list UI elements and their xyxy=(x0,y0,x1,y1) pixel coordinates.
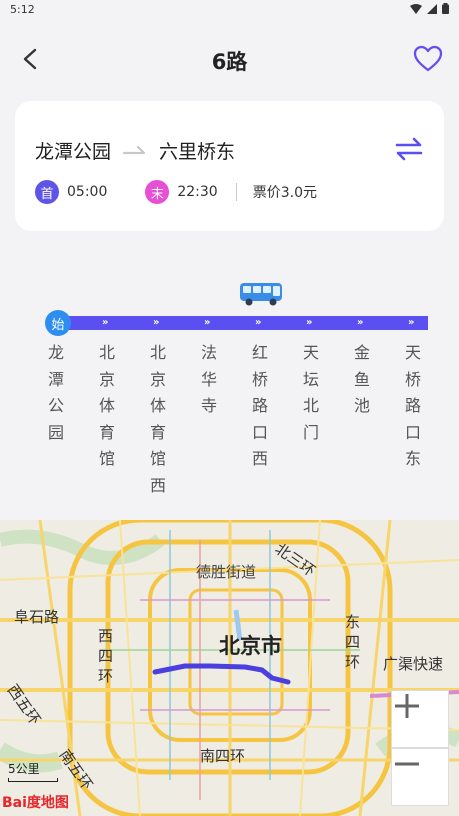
station-name[interactable]: 红桥路口西 xyxy=(248,340,272,473)
status-icons xyxy=(410,3,449,14)
map-label: 阜石路 xyxy=(14,608,60,626)
map-label: 东四环 xyxy=(345,613,361,671)
direction-arrow-icon xyxy=(123,145,146,154)
zoom-out-button[interactable] xyxy=(391,748,449,806)
station-name[interactable]: 天桥路口东 xyxy=(401,340,425,473)
route-card: 龙潭公园 六里桥东 首 05:00 末 22:30 票价3.0元 xyxy=(15,101,444,231)
swap-direction-icon[interactable] xyxy=(394,137,424,161)
baidu-map-logo: Bai度地图 xyxy=(2,795,69,811)
battery-icon xyxy=(442,3,449,14)
station-name[interactable]: 天坛北门 xyxy=(299,340,323,446)
minus-icon xyxy=(395,762,419,766)
route-track xyxy=(58,316,428,330)
plus-icon xyxy=(395,694,419,718)
map-scale: 5公里 xyxy=(8,760,58,782)
station-name[interactable]: 金鱼池 xyxy=(350,340,374,420)
direction-chevron-icon: » xyxy=(153,317,160,328)
first-bus-badge: 首 xyxy=(35,180,59,204)
scale-label: 5公里 xyxy=(8,762,40,776)
divider xyxy=(235,183,237,201)
route-from: 龙潭公园 xyxy=(35,141,112,163)
status-bar: 5:12 xyxy=(0,0,459,22)
map-label: 广渠快速 xyxy=(383,655,444,673)
route-map[interactable]: 德胜街道 北三环 阜石路 西四环 北京市 东四环 广渠快速 西五环 南五环 南四… xyxy=(0,520,459,816)
direction-chevron-icon: » xyxy=(408,317,415,328)
last-bus-badge: 末 xyxy=(145,180,170,204)
zoom-in-button[interactable] xyxy=(391,690,449,748)
header: 6路 xyxy=(0,36,459,84)
direction-chevron-icon: » xyxy=(306,317,313,328)
page-title: 6路 xyxy=(211,50,248,74)
map-label: 德胜街道 xyxy=(196,563,257,581)
start-badge: 始 xyxy=(45,310,71,336)
fare-price: 票价3.0元 xyxy=(252,185,317,201)
station-name[interactable]: 北京体育馆 xyxy=(95,340,119,473)
direction-chevron-icon: » xyxy=(357,317,364,328)
last-bus-time: 22:30 xyxy=(177,184,218,200)
status-time: 5:12 xyxy=(10,3,35,16)
direction-chevron-icon: » xyxy=(204,317,211,328)
station-name[interactable]: 北京体育馆西 xyxy=(146,340,170,499)
map-label: 西四环 xyxy=(98,627,114,685)
route-name: 龙潭公园 六里桥东 xyxy=(35,137,235,164)
route-to: 六里桥东 xyxy=(159,141,236,163)
station-name[interactable]: 法华寺 xyxy=(197,340,221,420)
map-label: 北京市 xyxy=(219,634,282,658)
station-name[interactable]: 龙潭公园 xyxy=(44,340,68,446)
signal-icon xyxy=(427,3,437,14)
wifi-icon xyxy=(410,3,422,14)
direction-chevron-icon: » xyxy=(255,317,262,328)
bus-icon xyxy=(240,283,282,306)
heart-icon[interactable] xyxy=(411,42,445,76)
map-label: 南四环 xyxy=(200,747,246,765)
scale-bar xyxy=(8,778,58,782)
schedule-info: 首 05:00 末 22:30 票价3.0元 xyxy=(35,180,317,204)
direction-chevron-icon: » xyxy=(102,317,109,328)
first-bus-time: 05:00 xyxy=(67,184,108,200)
route-line: 始 » » » » » » » 龙潭公园 北京体育馆 北京体育馆西 法华寺 红桥… xyxy=(0,280,459,510)
